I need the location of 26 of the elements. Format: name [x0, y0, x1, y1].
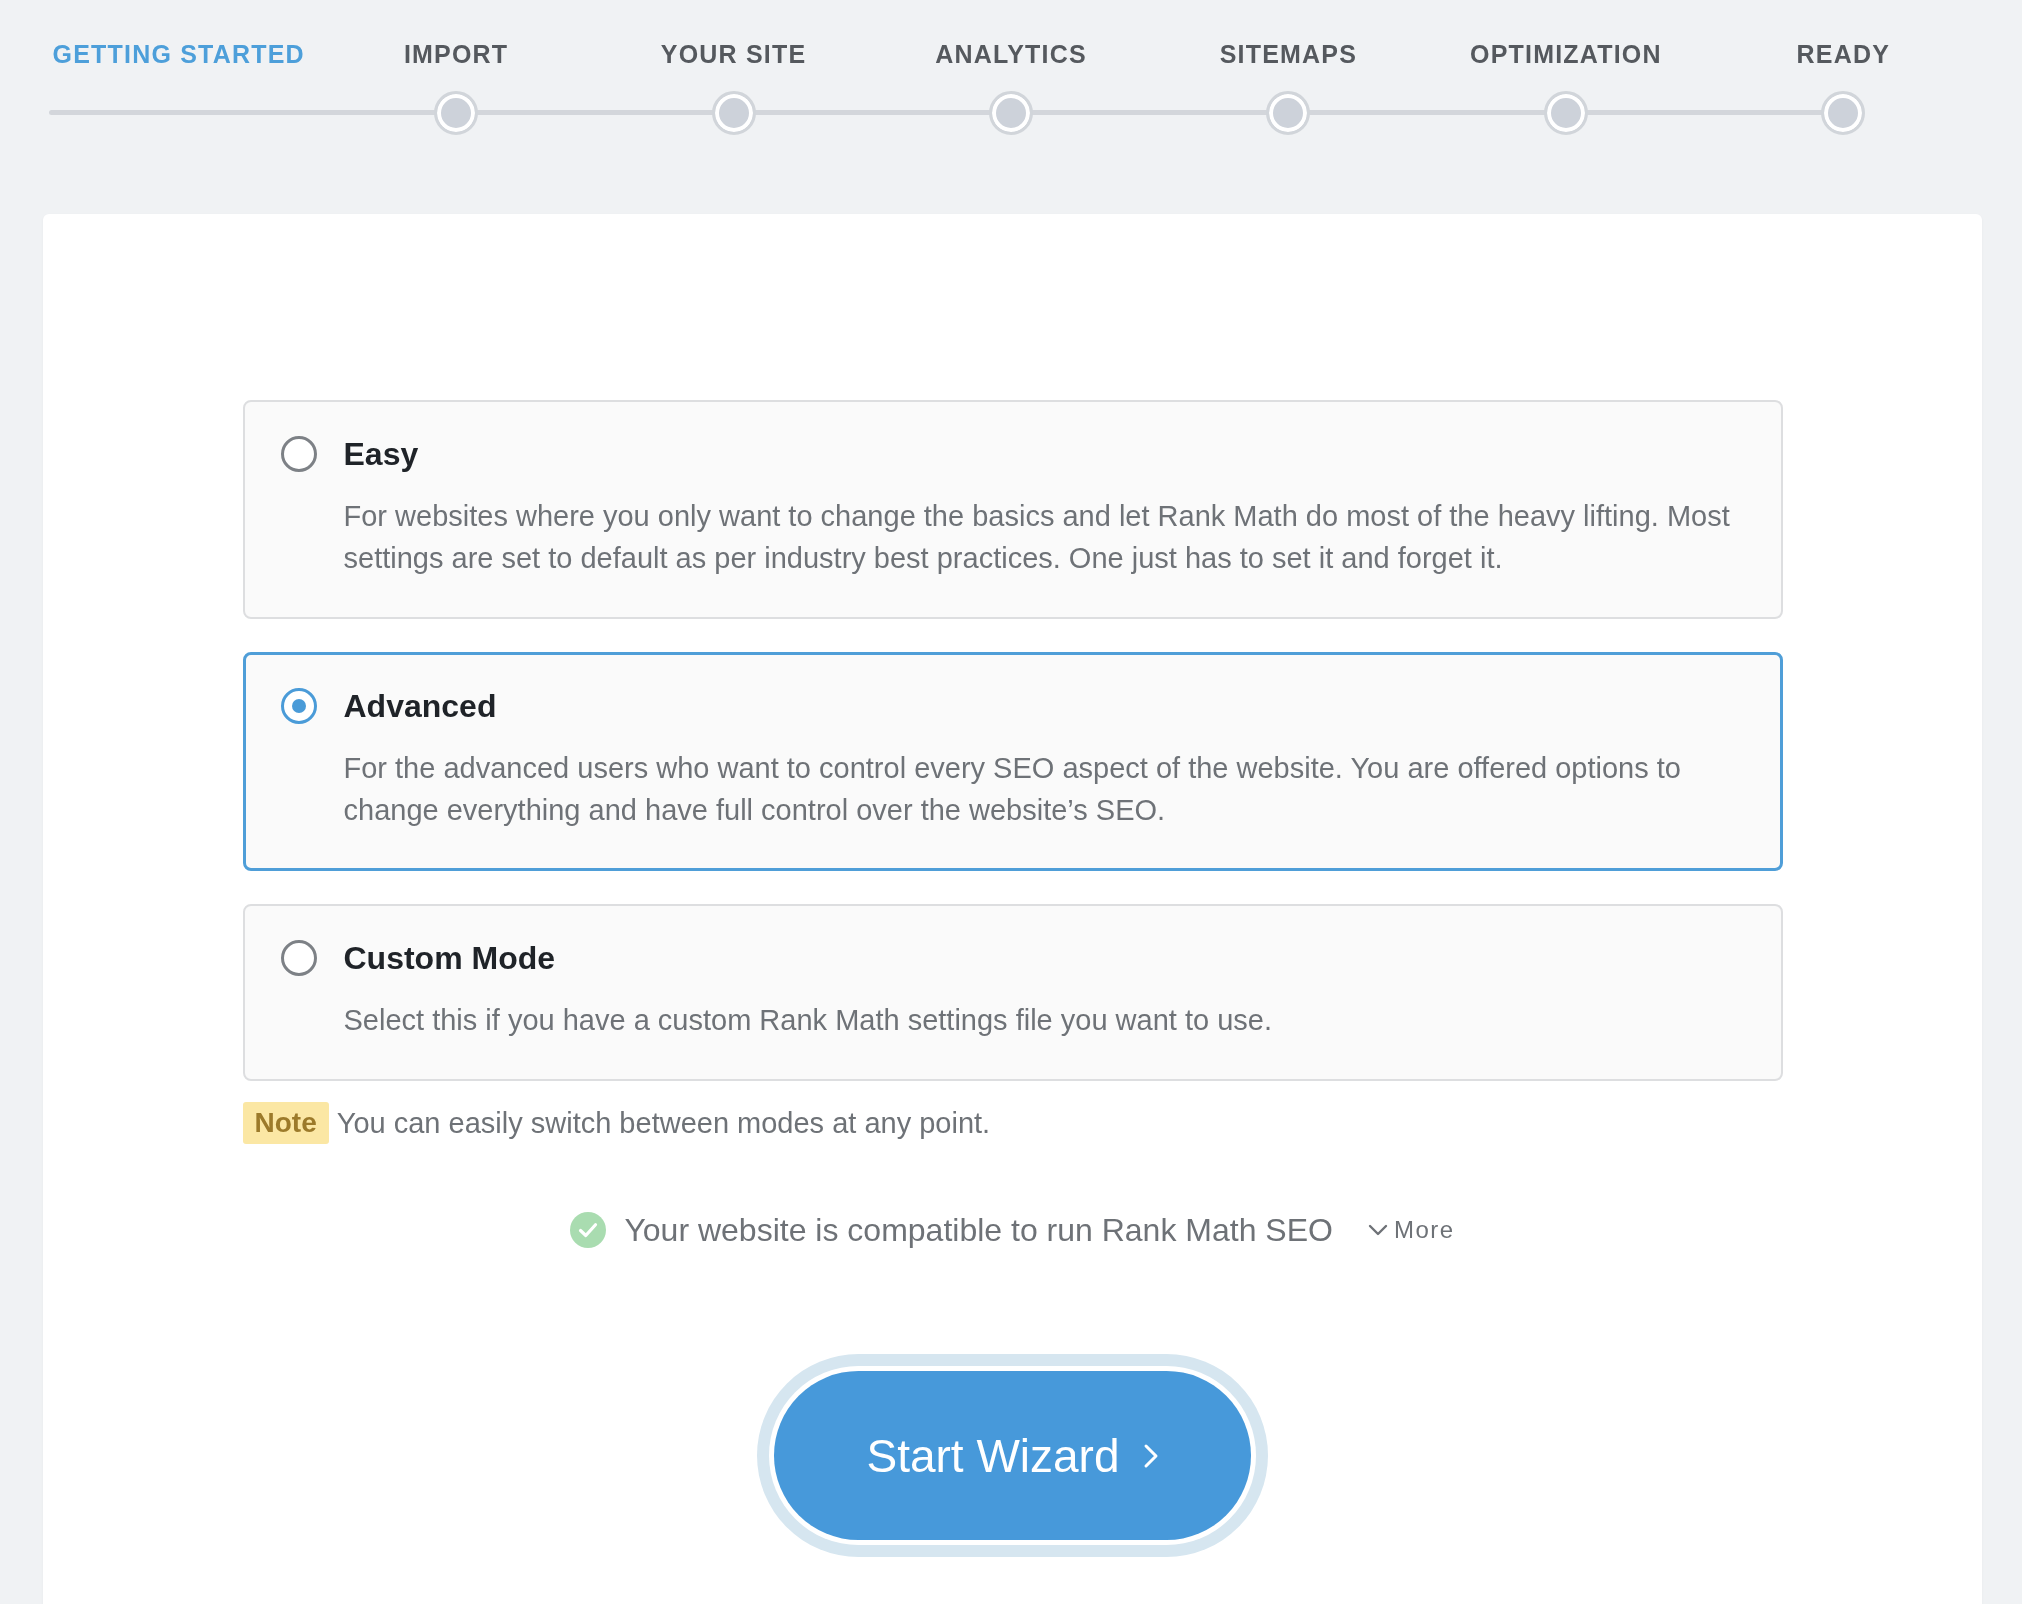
radio-button[interactable]: [280, 688, 317, 724]
mode-option-card[interactable]: Custom Mode Select this if you have a custom Rank Math settings file you want to use.: [242, 904, 1783, 1081]
mode-title: Advanced: [343, 687, 498, 726]
step-label: GETTING STARTED: [52, 39, 305, 70]
note-badge: Note: [242, 1102, 329, 1144]
note-text: You can easily switch between modes at any point.: [336, 1106, 991, 1141]
step-label: OPTIMIZATION: [1470, 39, 1662, 70]
step-label: ANALYTICS: [935, 39, 1087, 70]
step-label: SITEMAPS: [1219, 39, 1358, 70]
mode-description: For the advanced users who want to control every SEO aspect of the website. You are offered options to change everything and have full control over the website’s SEO.: [343, 751, 1682, 828]
step-label: IMPORT: [403, 39, 509, 70]
step-label: READY: [1796, 39, 1891, 70]
radio-button[interactable]: [280, 436, 317, 472]
more-toggle[interactable]: More: [1367, 1216, 1455, 1244]
mode-title: Easy: [343, 435, 420, 474]
mode-title: Custom Mode: [343, 939, 557, 978]
mode-option-card[interactable]: Advanced For the advanced users who want to control every SEO aspect of the website. You are offered options to change everything and have full control over the website’s SEO.: [242, 652, 1783, 871]
chevron-down-icon: [1367, 1224, 1388, 1236]
radio-button[interactable]: [280, 940, 317, 976]
compatibility-text: Your website is compatible to run Rank Math SEO: [624, 1211, 1333, 1250]
mode-option-card[interactable]: [242, 400, 1783, 619]
step-label: YOUR SITE: [660, 39, 807, 70]
mode-description: Select this if you have a custom Rank Math settings file you want to use.: [343, 1003, 1273, 1038]
check-circle-icon: [570, 1212, 607, 1248]
mode-description: For websites where you only want to change the basics and let Rank Math do most of the heavy lifting. Most settings are set to default as per industry best practices. One just has to set it and forget it.: [343, 499, 1731, 576]
chevron-right-icon: [1142, 1442, 1159, 1469]
